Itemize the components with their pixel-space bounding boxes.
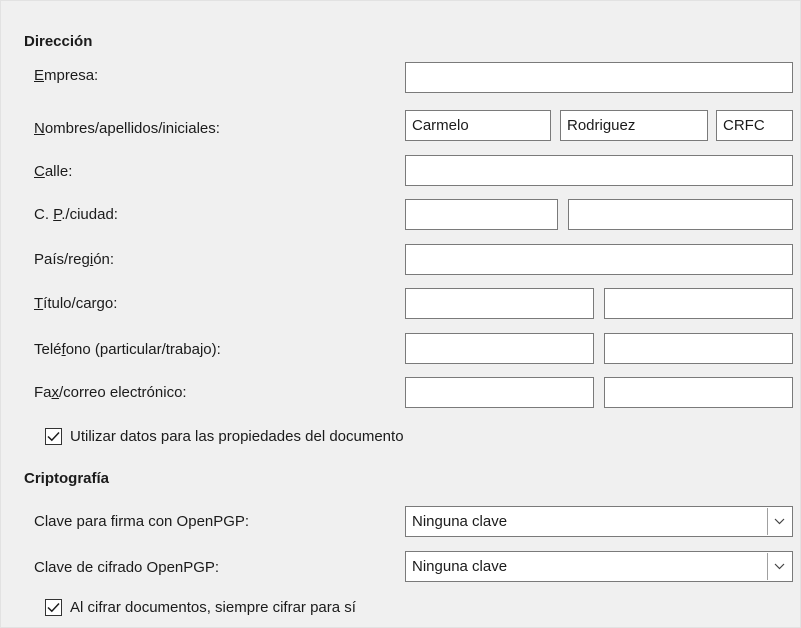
home-phone-field[interactable] <box>405 333 594 364</box>
signing-key-dropdown-button[interactable] <box>767 508 791 535</box>
last-name-field[interactable]: Rodriguez <box>560 110 708 141</box>
work-phone-field[interactable] <box>604 333 793 364</box>
encrypt-to-self-label: Al cifrar documentos, siempre cifrar par… <box>70 599 356 616</box>
email-field[interactable] <box>604 377 793 408</box>
title-position-label: Título/cargo: <box>34 295 118 312</box>
chevron-down-icon <box>774 518 785 525</box>
signing-key-select[interactable]: Ninguna clave <box>405 506 793 537</box>
country-field[interactable] <box>405 244 793 275</box>
fax-field[interactable] <box>405 377 594 408</box>
chevron-down-icon <box>774 563 785 570</box>
section-title-address: Dirección <box>24 33 93 50</box>
zip-field[interactable] <box>405 199 558 230</box>
company-field[interactable] <box>405 62 793 93</box>
country-label: País/región: <box>34 251 115 268</box>
zip-city-label: C. P./ciudad: <box>34 206 118 223</box>
position-field[interactable] <box>604 288 793 319</box>
signing-key-label: Clave para firma con OpenPGP: <box>34 513 250 530</box>
fax-email-label: Fax/correo electrónico: <box>34 384 187 401</box>
first-name-field[interactable]: Carmelo <box>405 110 551 141</box>
company-label: Empresa: <box>34 67 99 84</box>
checkmark-icon <box>47 431 60 442</box>
names-label: Nombres/apellidos/iniciales: <box>34 120 220 137</box>
user-data-panel: Dirección Empresa: Nombres/apellidos/ini… <box>0 0 801 628</box>
use-data-checkbox[interactable] <box>45 428 62 445</box>
encryption-key-select[interactable]: Ninguna clave <box>405 551 793 582</box>
encryption-key-dropdown-button[interactable] <box>767 553 791 580</box>
checkmark-icon <box>47 602 60 613</box>
title-field[interactable] <box>405 288 594 319</box>
city-field[interactable] <box>568 199 793 230</box>
street-label: Calle: <box>34 163 73 180</box>
signing-key-value: Ninguna clave <box>412 513 508 530</box>
section-title-crypto: Criptografía <box>24 470 110 487</box>
street-field[interactable] <box>405 155 793 186</box>
encryption-key-value: Ninguna clave <box>412 558 508 575</box>
use-data-label: Utilizar datos para las propiedades del … <box>70 428 404 445</box>
encryption-key-label: Clave de cifrado OpenPGP: <box>34 559 220 576</box>
use-data-checkbox-row[interactable]: Utilizar datos para las propiedades del … <box>45 428 404 445</box>
phone-label: Teléfono (particular/trabajo): <box>34 341 221 358</box>
initials-field[interactable]: CRFC <box>716 110 793 141</box>
encrypt-to-self-checkbox[interactable] <box>45 599 62 616</box>
encrypt-to-self-checkbox-row[interactable]: Al cifrar documentos, siempre cifrar par… <box>45 599 356 616</box>
